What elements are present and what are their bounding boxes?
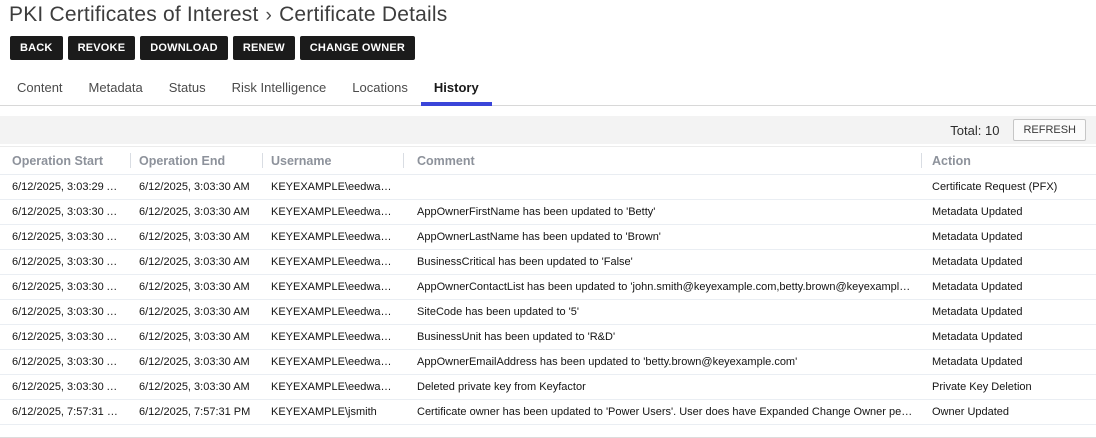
change-owner-button[interactable]: CHANGE OWNER: [300, 36, 415, 60]
cell-username: KEYEXAMPLE\eedwards: [262, 206, 403, 218]
cell-action: Metadata Updated: [921, 331, 1096, 343]
cell-operation-start: 6/12/2025, 3:03:30 AM: [0, 381, 130, 393]
cell-operation-start: 6/12/2025, 7:57:31 PM: [0, 406, 130, 418]
table-row[interactable]: 6/12/2025, 3:03:30 AM6/12/2025, 3:03:30 …: [0, 325, 1096, 350]
cell-operation-start: 6/12/2025, 3:03:30 AM: [0, 356, 130, 368]
cell-operation-end: 6/12/2025, 3:03:30 AM: [130, 231, 262, 243]
cell-comment: AppOwnerContactList has been updated to …: [403, 281, 921, 293]
table-row[interactable]: 6/12/2025, 3:03:30 AM6/12/2025, 3:03:30 …: [0, 300, 1096, 325]
cell-operation-start: 6/12/2025, 3:03:30 AM: [0, 206, 130, 218]
cell-operation-end: 6/12/2025, 3:03:30 AM: [130, 181, 262, 193]
tab-metadata[interactable]: Metadata: [76, 75, 156, 106]
cell-operation-start: 6/12/2025, 3:03:30 AM: [0, 281, 130, 293]
table-row[interactable]: 6/12/2025, 3:03:30 AM6/12/2025, 3:03:30 …: [0, 350, 1096, 375]
cell-username: KEYEXAMPLE\eedwards: [262, 381, 403, 393]
cell-operation-end: 6/12/2025, 3:03:30 AM: [130, 206, 262, 218]
column-header-username: Username: [262, 147, 403, 174]
cell-username: KEYEXAMPLE\eedwards: [262, 231, 403, 243]
table-footer: [0, 425, 1096, 438]
cell-operation-end: 6/12/2025, 3:03:30 AM: [130, 381, 262, 393]
column-header-action: Action: [921, 147, 1096, 174]
history-grid: Total: 10 REFRESH Operation StartOperati…: [0, 116, 1096, 438]
cell-action: Metadata Updated: [921, 306, 1096, 318]
cell-comment: Certificate owner has been updated to 'P…: [403, 406, 921, 418]
cell-username: KEYEXAMPLE\eedwards: [262, 181, 403, 193]
cell-comment: BusinessUnit has been updated to 'R&D': [403, 331, 921, 343]
tab-locations[interactable]: Locations: [339, 75, 421, 106]
cell-operation-end: 6/12/2025, 3:03:30 AM: [130, 256, 262, 268]
download-button[interactable]: DOWNLOAD: [140, 36, 228, 60]
renew-button[interactable]: RENEW: [233, 36, 295, 60]
tab-status[interactable]: Status: [156, 75, 219, 106]
cell-action: Metadata Updated: [921, 281, 1096, 293]
table-row[interactable]: 6/12/2025, 7:57:31 PM6/12/2025, 7:57:31 …: [0, 400, 1096, 425]
revoke-button[interactable]: REVOKE: [68, 36, 136, 60]
cell-action: Owner Updated: [921, 406, 1096, 418]
table-row[interactable]: 6/12/2025, 3:03:30 AM6/12/2025, 3:03:30 …: [0, 375, 1096, 400]
cell-operation-start: 6/12/2025, 3:03:29 AM: [0, 181, 130, 193]
cell-action: Metadata Updated: [921, 231, 1096, 243]
breadcrumb-separator: ›: [266, 5, 273, 26]
grid-toolbar: Total: 10 REFRESH: [0, 116, 1096, 146]
cell-comment: Deleted private key from Keyfactor: [403, 381, 921, 393]
page-title: PKI Certificates of Interest › Certificate…: [0, 0, 1096, 27]
cell-action: Metadata Updated: [921, 206, 1096, 218]
column-header-comment: Comment: [403, 147, 921, 174]
cell-operation-end: 6/12/2025, 3:03:30 AM: [130, 356, 262, 368]
cell-operation-start: 6/12/2025, 3:03:30 AM: [0, 306, 130, 318]
tab-content[interactable]: Content: [4, 75, 76, 106]
cell-operation-start: 6/12/2025, 3:03:30 AM: [0, 231, 130, 243]
table-row[interactable]: 6/12/2025, 3:03:30 AM6/12/2025, 3:03:30 …: [0, 200, 1096, 225]
action-bar: BACKREVOKEDOWNLOADRENEWCHANGE OWNER: [0, 36, 1096, 60]
cell-operation-end: 6/12/2025, 3:03:30 AM: [130, 281, 262, 293]
table-row[interactable]: 6/12/2025, 3:03:30 AM6/12/2025, 3:03:30 …: [0, 225, 1096, 250]
cell-username: KEYEXAMPLE\eedwards: [262, 331, 403, 343]
cell-comment: AppOwnerEmailAddress has been updated to…: [403, 356, 921, 368]
column-header-operation-end: Operation End: [130, 147, 262, 174]
cell-action: Private Key Deletion: [921, 381, 1096, 393]
cell-username: KEYEXAMPLE\eedwards: [262, 281, 403, 293]
cell-action: Metadata Updated: [921, 256, 1096, 268]
cell-comment: AppOwnerLastName has been updated to 'Br…: [403, 231, 921, 243]
tab-bar: ContentMetadataStatusRisk IntelligenceLo…: [0, 75, 1096, 106]
cell-operation-end: 6/12/2025, 3:03:30 AM: [130, 331, 262, 343]
table-body: 6/12/2025, 3:03:29 AM6/12/2025, 3:03:30 …: [0, 175, 1096, 425]
cell-operation-start: 6/12/2025, 3:03:30 AM: [0, 331, 130, 343]
tab-risk-intelligence[interactable]: Risk Intelligence: [219, 75, 340, 106]
total-count: Total: 10: [950, 123, 999, 138]
table-row[interactable]: 6/12/2025, 3:03:29 AM6/12/2025, 3:03:30 …: [0, 175, 1096, 200]
tab-history[interactable]: History: [421, 75, 492, 106]
cell-username: KEYEXAMPLE\eedwards: [262, 256, 403, 268]
back-button[interactable]: BACK: [10, 36, 63, 60]
cell-comment: SiteCode has been updated to '5': [403, 306, 921, 318]
cell-username: KEYEXAMPLE\eedwards: [262, 306, 403, 318]
cell-operation-end: 6/12/2025, 7:57:31 PM: [130, 406, 262, 418]
cell-username: KEYEXAMPLE\eedwards: [262, 356, 403, 368]
cell-username: KEYEXAMPLE\jsmith: [262, 406, 403, 418]
table-header-row: Operation StartOperation EndUsernameComm…: [0, 146, 1096, 175]
refresh-button[interactable]: REFRESH: [1013, 119, 1086, 141]
cell-comment: BusinessCritical has been updated to 'Fa…: [403, 256, 921, 268]
breadcrumb-current: Certificate Details: [279, 3, 447, 26]
cell-action: Metadata Updated: [921, 356, 1096, 368]
breadcrumb-parent: PKI Certificates of Interest: [9, 3, 259, 26]
table-row[interactable]: 6/12/2025, 3:03:30 AM6/12/2025, 3:03:30 …: [0, 250, 1096, 275]
table-row[interactable]: 6/12/2025, 3:03:30 AM6/12/2025, 3:03:30 …: [0, 275, 1096, 300]
cell-comment: AppOwnerFirstName has been updated to 'B…: [403, 206, 921, 218]
column-header-operation-start: Operation Start: [0, 147, 130, 174]
cell-operation-start: 6/12/2025, 3:03:30 AM: [0, 256, 130, 268]
cell-action: Certificate Request (PFX): [921, 181, 1096, 193]
cell-operation-end: 6/12/2025, 3:03:30 AM: [130, 306, 262, 318]
